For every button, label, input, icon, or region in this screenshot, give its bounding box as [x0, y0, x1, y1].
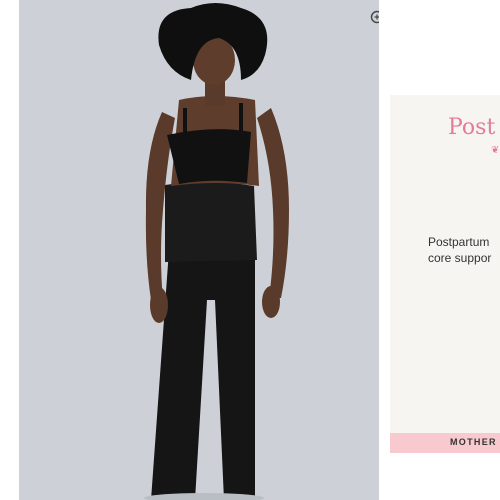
promo-description: Postpartum core suppor	[428, 234, 491, 266]
promo-panel: Post ❦ Postpartum core suppor MOTHER	[390, 95, 500, 453]
product-photo	[144, 3, 289, 500]
promo-description-line: Postpartum	[428, 235, 490, 249]
promo-strip[interactable]: MOTHER	[390, 433, 500, 453]
ornament-icon: ❦	[491, 145, 500, 156]
promo-strip-label: MOTHER	[450, 437, 497, 447]
promo-description-line: core suppor	[428, 251, 492, 265]
zoom-in-icon	[370, 10, 379, 24]
promo-title: Post	[448, 115, 496, 140]
zoom-button[interactable]	[368, 8, 379, 30]
product-image-gallery[interactable]	[19, 0, 379, 500]
